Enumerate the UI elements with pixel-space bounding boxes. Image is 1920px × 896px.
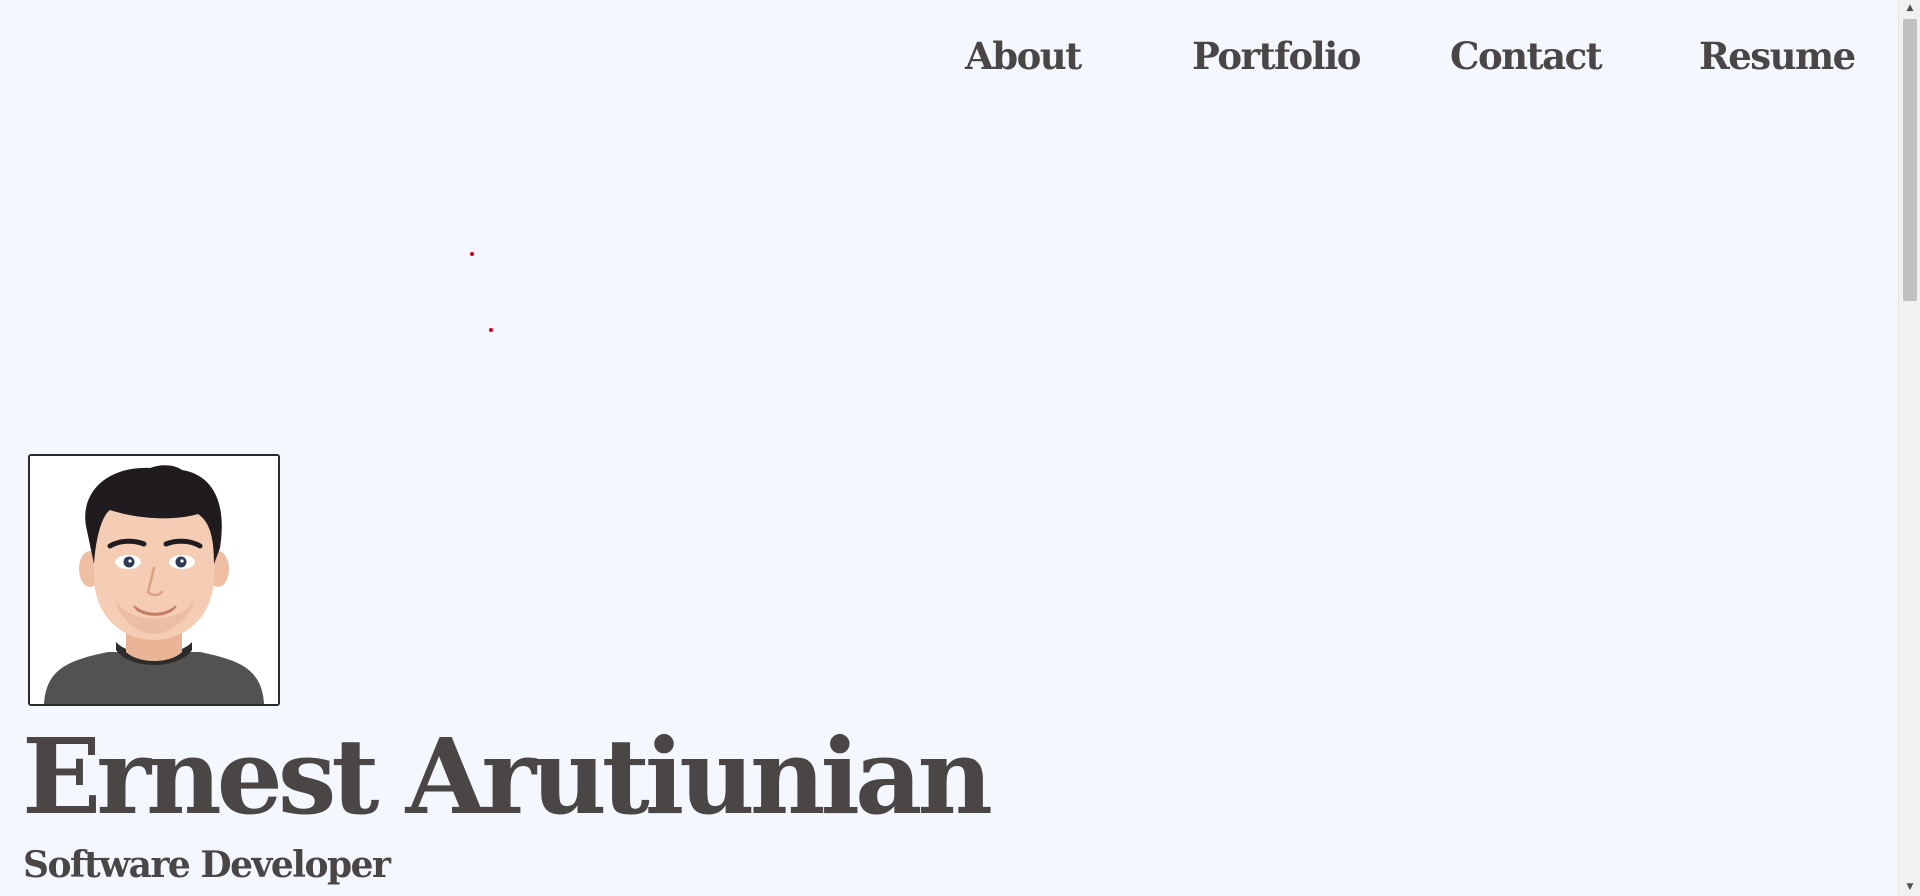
nav-link-contact[interactable]: Contact bbox=[1450, 34, 1603, 78]
avatar bbox=[28, 454, 280, 706]
scroll-down-arrow-icon[interactable]: ▼ bbox=[1899, 879, 1920, 896]
nav-link-resume[interactable]: Resume bbox=[1699, 34, 1856, 78]
avatar-illustration-icon bbox=[30, 456, 278, 704]
main-nav: About Portfolio Contact Resume bbox=[0, 0, 1898, 120]
scrollbar-thumb[interactable] bbox=[1903, 19, 1917, 301]
background-particle bbox=[489, 328, 493, 332]
scroll-up-arrow-icon[interactable]: ▲ bbox=[1899, 0, 1920, 17]
background-particle bbox=[470, 252, 474, 256]
vertical-scrollbar[interactable]: ▲ ▼ bbox=[1898, 0, 1920, 896]
nav-link-portfolio[interactable]: Portfolio bbox=[1192, 34, 1361, 78]
hero-name: Ernest Arutiunian bbox=[22, 715, 993, 838]
nav-link-about[interactable]: About bbox=[965, 34, 1082, 78]
hero-title: Software Developer bbox=[23, 844, 391, 886]
